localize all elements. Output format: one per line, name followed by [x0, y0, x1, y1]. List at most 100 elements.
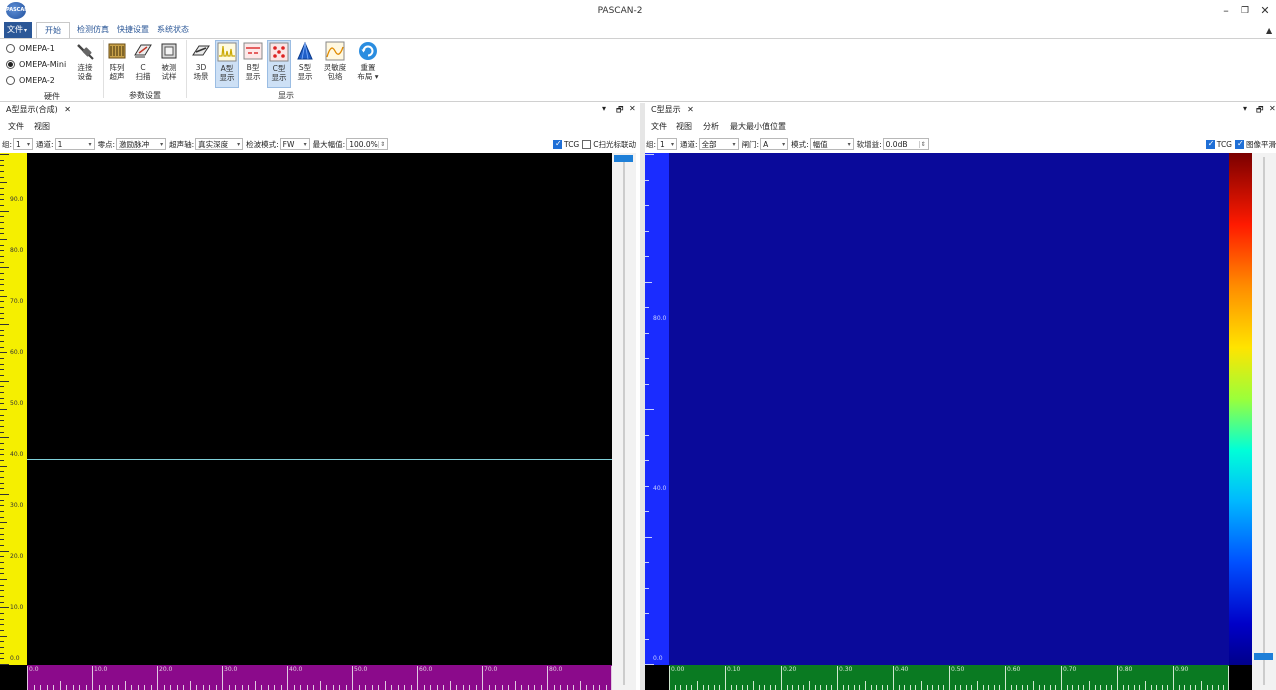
connect-device-button[interactable]: 连接 设备 — [72, 40, 98, 88]
c-scan-vertical-slider-track[interactable] — [1252, 153, 1276, 690]
c-scan-display-button[interactable]: C型 显示 — [267, 40, 291, 88]
ruler-tick — [528, 685, 529, 690]
array-ultrasound-button[interactable]: 阵列 超声 — [105, 40, 129, 88]
ruler-tick — [515, 681, 516, 690]
tab-quick-settings[interactable]: 快捷设置 — [117, 22, 149, 38]
gate-select[interactable]: A ▾ — [760, 138, 789, 150]
button-label: 场景 — [193, 72, 209, 81]
device-option-omepa-mini[interactable]: OMEPA-Mini — [6, 57, 66, 71]
ruler-tick — [0, 522, 7, 523]
c-scan-menu-max-min-position[interactable]: 最大最小值位置 — [730, 120, 786, 134]
restore-button[interactable]: ❐ — [1238, 4, 1252, 18]
spin-arrows-icon[interactable]: ⇕ — [378, 140, 385, 148]
ruler-tick — [1190, 685, 1191, 690]
pane-options-icon[interactable]: ▾ — [1243, 104, 1247, 113]
pane-float-icon[interactable]: 🗗 — [616, 104, 624, 118]
ruler-tick — [1134, 685, 1135, 690]
soft-gain-spinbox[interactable]: 0.0dB ⇕ — [882, 138, 929, 150]
ruler-tick — [943, 685, 944, 690]
c-scan-pane-title-bar: C型显示 ✕ — [645, 103, 1276, 117]
radio-button-selected[interactable] — [6, 59, 15, 69]
image-smooth-checkbox[interactable] — [1235, 139, 1244, 149]
group-select[interactable]: 1 ▾ — [657, 138, 678, 150]
pane-float-icon[interactable]: 🗗 — [1256, 104, 1264, 118]
3d-scene-button[interactable]: 3D 场景 — [189, 40, 213, 88]
s-scan-display-button[interactable]: S型 显示 — [293, 40, 317, 88]
window-title: PASCAN-2 — [597, 6, 643, 16]
a-scan-slider-thumb[interactable] — [614, 155, 633, 162]
max-amplitude-spinbox[interactable]: 100.0% ⇕ — [346, 138, 389, 150]
a-scan-menu-view[interactable]: 视图 — [34, 120, 50, 134]
ruler-tick — [669, 666, 670, 690]
close-tab-icon[interactable]: ✕ — [687, 105, 694, 114]
channel-select[interactable]: 1 ▾ — [54, 138, 95, 150]
spin-arrows-icon[interactable]: ⇕ — [918, 140, 926, 148]
pane-close-icon[interactable]: ✕ — [1269, 104, 1276, 113]
tab-system-status[interactable]: 系统状态 — [157, 22, 189, 38]
zero-select[interactable]: 激励脉冲 ▾ — [116, 138, 167, 150]
ruler-tick — [40, 685, 41, 690]
ruler-tick — [73, 685, 74, 690]
ruler-tick — [27, 666, 28, 690]
ruler-tick — [0, 477, 4, 478]
radio-button[interactable] — [6, 75, 15, 85]
tab-start[interactable]: 开始 — [36, 22, 70, 38]
specimen-button[interactable]: 被测 试样 — [157, 40, 181, 88]
c-scan-menu-view[interactable]: 视图 — [676, 120, 692, 134]
ruler-tick — [411, 685, 412, 690]
ruler-tick — [346, 685, 347, 690]
c-scan-slider-thumb[interactable] — [1254, 653, 1273, 660]
ruler-tick — [352, 666, 353, 690]
reset-layout-button[interactable]: 重置 布局 ▾ — [354, 40, 382, 88]
tab-simulation[interactable]: 检测仿真 — [77, 22, 109, 38]
ruler-label: 0.80 — [1119, 666, 1133, 673]
ruler-tick — [99, 685, 100, 690]
ruler-tick — [450, 681, 451, 690]
pane-options-icon[interactable]: ▾ — [602, 104, 606, 113]
minimize-button[interactable]: – — [1219, 4, 1233, 18]
close-button[interactable]: ✕ — [1258, 4, 1272, 18]
b-scan-display-button[interactable]: B型 显示 — [241, 40, 265, 88]
c-scan-button[interactable]: C 扫描 — [131, 40, 155, 88]
ruler-tick — [983, 685, 984, 690]
ruler-tick — [764, 685, 765, 690]
a-scan-display-button[interactable]: A型 显示 — [215, 40, 239, 88]
mode-select[interactable]: 幅值 ▾ — [809, 138, 854, 150]
ruler-tick — [248, 685, 249, 690]
ruler-label: 60.0 — [419, 666, 433, 673]
a-scan-vertical-slider-track[interactable] — [612, 153, 636, 690]
c-scan-menu-analysis[interactable]: 分析 — [703, 120, 719, 134]
sensitivity-envelope-button[interactable]: 灵敏度 包络 — [319, 40, 351, 88]
ruler-tick — [999, 685, 1000, 690]
array-probe-icon — [108, 43, 126, 59]
channel-select[interactable]: 全部 ▾ — [698, 138, 739, 150]
ruler-tick — [955, 685, 956, 690]
ruler-tick — [0, 517, 4, 518]
a-scan-menu-file[interactable]: 文件 — [8, 120, 24, 134]
close-tab-icon[interactable]: ✕ — [64, 105, 71, 114]
ruler-tick — [703, 685, 704, 690]
file-menu-button[interactable]: 文件▾ — [4, 22, 32, 38]
device-option-omepa-1[interactable]: OMEPA-1 — [6, 41, 55, 55]
spinbox-value: 0.0dB — [885, 139, 908, 149]
ruler-label: 0.0 — [29, 666, 39, 673]
ruler-tick — [203, 685, 204, 690]
ruler-tick — [0, 171, 4, 172]
cursor-link-checkbox[interactable] — [582, 139, 592, 149]
ruler-label: 80.0 — [549, 666, 563, 673]
detect-mode-select[interactable]: FW ▾ — [279, 138, 310, 150]
device-option-omepa-2[interactable]: OMEPA-2 — [6, 73, 55, 87]
ruler-tick — [932, 685, 933, 690]
tcg-checkbox[interactable] — [1205, 139, 1215, 149]
chevron-down-icon: ▾ — [88, 140, 92, 148]
ruler-label: 40.0 — [10, 451, 24, 458]
tcg-checkbox[interactable] — [553, 139, 563, 149]
radio-button[interactable] — [6, 43, 15, 53]
button-label: 布局 ▾ — [357, 72, 379, 81]
ruler-tick — [183, 685, 184, 690]
ribbon-collapse-button[interactable]: ▲ — [1266, 26, 1272, 35]
pane-close-icon[interactable]: ✕ — [629, 104, 636, 113]
axis-select[interactable]: 真实深度 ▾ — [195, 138, 244, 150]
c-scan-menu-file[interactable]: 文件 — [651, 120, 667, 134]
group-select[interactable]: 1 ▾ — [13, 138, 34, 150]
